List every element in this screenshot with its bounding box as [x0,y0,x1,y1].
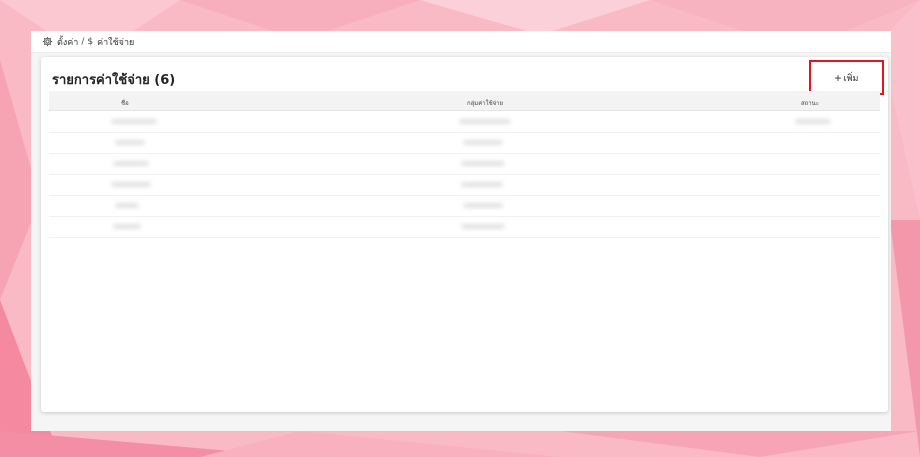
table-row[interactable] [49,133,880,154]
breadcrumb-separator: / [81,36,85,47]
expense-list-card: รายการค่าใช้จ่าย (6) + เพิ่ม ชื่อ กลุ่มค… [41,57,888,412]
table-body [49,112,880,238]
column-header-group[interactable]: กลุ่มค่าใช้จ่าย [467,98,503,108]
breadcrumb: ตั้งค่า / $ ค่าใช้จ่าย [31,31,891,53]
page-title: รายการค่าใช้จ่าย (6) [52,73,176,88]
column-header-name[interactable]: ชื่อ [121,98,129,108]
add-expense-button[interactable]: + เพิ่ม [809,60,884,95]
table-row[interactable] [49,154,880,175]
column-header-status[interactable]: สถานะ [801,98,819,108]
table-row[interactable] [49,112,880,133]
table-row[interactable] [49,217,880,238]
table-row[interactable] [49,175,880,196]
page-container: ตั้งค่า / $ ค่าใช้จ่าย รายการค่าใช้จ่าย … [31,31,891,431]
table-row[interactable] [49,196,880,217]
plus-icon: + [834,70,842,85]
breadcrumb-settings[interactable]: ตั้งค่า [57,35,78,49]
dollar-icon: $ [87,36,94,47]
gear-icon[interactable] [42,36,53,47]
breadcrumb-current: ค่าใช้จ่าย [97,37,135,48]
add-button-label: เพิ่ม [843,72,859,83]
table-header: ชื่อ กลุ่มค่าใช้จ่าย สถานะ [49,91,880,111]
